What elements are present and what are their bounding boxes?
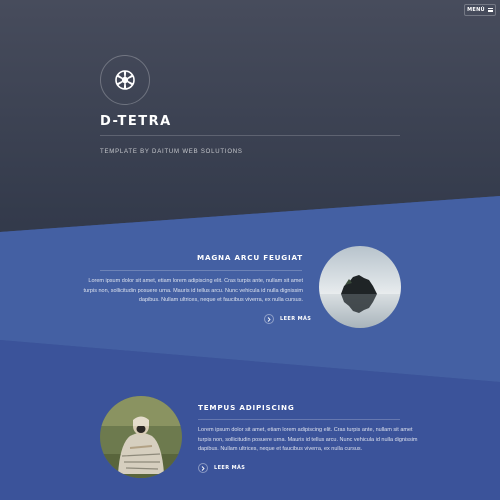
imperial-emblem-icon <box>115 70 135 90</box>
article-2-body: Lorem ipsum dolor sit amet, etiam lorem … <box>198 426 418 455</box>
article-1-read-more-label: LEER MÁS <box>280 316 312 322</box>
article-2-read-more[interactable]: LEER MÁS <box>198 463 245 473</box>
logo <box>100 55 150 105</box>
hamburger-icon <box>487 8 493 12</box>
menu-label: MENÚ <box>467 7 485 13</box>
article-1-read-more[interactable]: LEER MÁS <box>264 314 311 324</box>
article-1-heading: MAGNA ARCU FEUGIAT <box>197 253 303 262</box>
article-1-line-3: dapibus. Nullam ultrices, neque et fauci… <box>138 297 303 303</box>
article-1-line-1: Lorem ipsum dolor sit amet, etiam lorem … <box>88 278 303 284</box>
article-2-divider <box>198 419 400 420</box>
article-2-line-1: Lorem ipsum dolor sit amet, etiam lorem … <box>198 427 413 433</box>
article-2-line-3: dapibus. Nullam ultrices, neque et fauci… <box>198 446 363 452</box>
article-2-heading: TEMPUS ADIPISCING <box>198 403 295 412</box>
article-1-line-2: turpis non, sollicitudin posuere urna. M… <box>83 287 304 294</box>
chevron-right-icon <box>198 463 208 473</box>
chevron-right-icon <box>264 314 274 324</box>
article-1-photo <box>319 246 401 328</box>
article-2-photo <box>100 396 182 478</box>
article-1-divider <box>100 270 302 271</box>
article-2-line-2: turpis non, sollicitudin posuere urna. M… <box>198 436 418 443</box>
menu-button[interactable]: MENÚ <box>464 4 496 16</box>
site-title: D-TETRA <box>100 114 172 129</box>
tagline: TEMPLATE BY DAITUM WEB SOLUTIONS <box>100 149 243 155</box>
title-divider <box>100 135 400 136</box>
article-2-read-more-label: LEER MÁS <box>214 465 246 471</box>
article-1-body: Lorem ipsum dolor sit amet, etiam lorem … <box>84 277 304 306</box>
